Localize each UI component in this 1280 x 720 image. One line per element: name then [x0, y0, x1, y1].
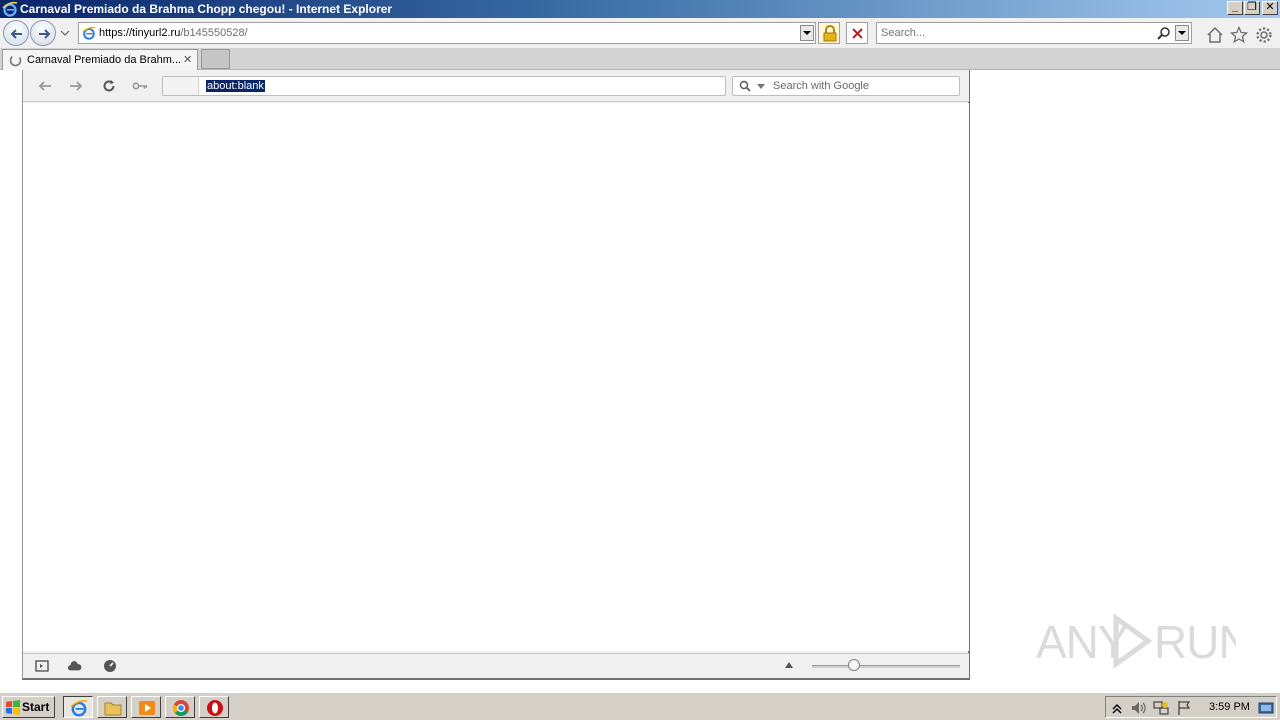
anyrun-watermark-logo: ANY RUN — [1036, 613, 1236, 669]
stop-button[interactable] — [846, 22, 868, 44]
gear-icon[interactable] — [1255, 26, 1273, 44]
close-window-button[interactable]: ✕ — [1262, 1, 1278, 15]
chevron-up-icon[interactable] — [1109, 700, 1125, 716]
chevron-down-icon[interactable] — [757, 84, 765, 89]
loading-spinner-icon — [9, 54, 22, 67]
tab-close-button[interactable]: ✕ — [183, 53, 192, 66]
speaker-icon[interactable] — [1130, 700, 1146, 716]
folder-icon — [104, 702, 122, 716]
search-icon[interactable] — [1157, 26, 1171, 40]
media-player-icon — [139, 701, 155, 715]
ie-navigation-bar: https://tinyurl2.ru/b145550528/ — [0, 18, 1280, 48]
ie-icon — [82, 26, 96, 40]
windows-taskbar: Start 3:59 PM — [0, 692, 1280, 720]
search-icon — [739, 80, 751, 92]
security-lock-button[interactable] — [818, 22, 840, 44]
ie-tab-row: Carnaval Premiado da Brahm... ✕ — [0, 48, 1280, 70]
tray-clock[interactable]: 3:59 PM — [1209, 701, 1250, 713]
star-icon[interactable] — [1230, 26, 1248, 44]
minimize-button[interactable]: _ — [1227, 1, 1243, 15]
close-icon — [852, 28, 863, 39]
site-identity-button[interactable] — [163, 77, 199, 95]
inner-url-value[interactable]: about:blank — [206, 80, 265, 92]
taskbar-media-player-button[interactable] — [131, 696, 161, 718]
show-desktop-icon[interactable] — [1258, 700, 1274, 716]
opera-icon — [207, 700, 223, 716]
chevron-down-icon — [803, 31, 811, 35]
ie-icon — [70, 700, 88, 717]
search-provider-dropdown[interactable] — [1175, 25, 1189, 41]
taskbar-opera-button[interactable] — [199, 696, 229, 718]
taskbar-ie-button[interactable] — [63, 696, 93, 718]
new-tab-button[interactable] — [201, 49, 230, 69]
speedometer-icon[interactable] — [103, 659, 117, 673]
address-bar[interactable]: https://tinyurl2.ru/b145550528/ — [78, 22, 816, 44]
lock-icon — [823, 25, 837, 42]
forward-button[interactable] — [30, 20, 56, 46]
taskbar-chrome-button[interactable] — [165, 696, 195, 718]
ie-tab-active[interactable]: Carnaval Premiado da Brahm... ✕ — [2, 49, 198, 70]
forward-arrow-icon[interactable] — [68, 78, 84, 94]
inner-status-bar — [23, 653, 969, 678]
address-dropdown-button[interactable] — [800, 25, 814, 41]
blank-page-content[interactable] — [23, 103, 969, 651]
maximize-button[interactable]: ❐ — [1244, 1, 1260, 15]
svg-text:RUN: RUN — [1154, 616, 1236, 668]
window-title-bar: Carnaval Premiado da Brahma Chopp chegou… — [0, 0, 1280, 18]
ie-search-input[interactable] — [881, 26, 1151, 40]
ie-icon — [2, 1, 18, 17]
back-button[interactable] — [3, 20, 29, 46]
window-title: Carnaval Premiado da Brahma Chopp chegou… — [20, 2, 393, 16]
cloud-icon[interactable] — [68, 659, 82, 673]
tab-title: Carnaval Premiado da Brahm... — [27, 54, 182, 66]
key-icon[interactable] — [132, 78, 148, 94]
chevron-down-icon — [1178, 31, 1186, 35]
inner-toolbar: about:blank Search with Google — [23, 70, 969, 102]
flag-icon[interactable] — [1176, 700, 1192, 716]
chrome-icon — [172, 700, 189, 716]
taskbar-explorer-button[interactable] — [97, 696, 127, 718]
zoom-slider-track[interactable] — [812, 665, 960, 668]
address-path: /b145550528/ — [180, 27, 248, 39]
network-icon[interactable] — [1153, 700, 1169, 716]
inner-search-placeholder: Search with Google — [773, 80, 869, 92]
address-host: https://tinyurl2.ru — [99, 27, 181, 39]
home-icon[interactable] — [1206, 26, 1224, 44]
inner-url-bar[interactable]: about:blank — [162, 76, 726, 96]
start-button[interactable]: Start — [2, 696, 55, 718]
chevron-up-icon[interactable] — [785, 662, 793, 668]
zoom-slider-thumb[interactable] — [848, 659, 860, 671]
ie-search-box[interactable] — [876, 22, 1192, 44]
windows-logo-icon — [6, 700, 20, 715]
start-label: Start — [22, 700, 50, 714]
embedded-browser-window: about:blank Search with Google — [22, 70, 970, 680]
forward-arrow-icon — [39, 29, 51, 39]
sidebar-icon[interactable] — [35, 659, 49, 673]
back-arrow-icon — [10, 29, 22, 39]
recent-pages-dropdown-icon[interactable] — [60, 29, 70, 37]
reload-icon[interactable] — [101, 78, 117, 94]
system-tray: 3:59 PM — [1105, 696, 1277, 718]
back-arrow-icon[interactable] — [37, 78, 53, 94]
address-url: https://tinyurl2.ru/b145550528/ — [99, 27, 248, 39]
inner-search-box[interactable]: Search with Google — [732, 76, 960, 96]
